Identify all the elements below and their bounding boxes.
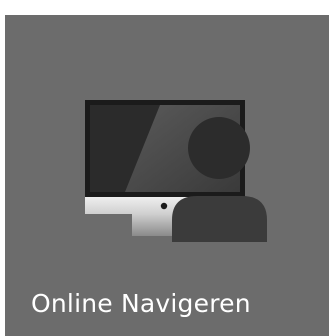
apple-logo-icon <box>160 202 168 210</box>
person-body <box>172 196 267 242</box>
person-head <box>188 117 250 179</box>
monitor-with-person-icon <box>5 15 329 336</box>
tile-label: Online Navigeren <box>31 289 251 318</box>
online-navigeren-tile[interactable]: Online Navigeren <box>5 15 329 336</box>
monitor-stand <box>132 214 178 236</box>
